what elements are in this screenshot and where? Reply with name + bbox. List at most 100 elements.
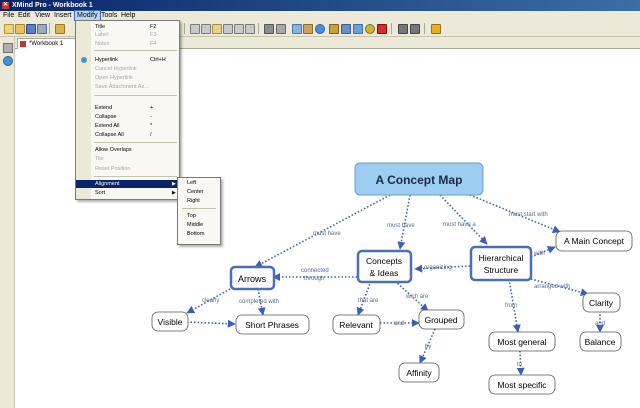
style-icon[interactable] (292, 24, 302, 34)
alignment-left[interactable]: Left (178, 179, 220, 187)
topic-label: Short Phrases (245, 320, 299, 330)
menu-separator (94, 50, 177, 51)
boundary-icon[interactable] (223, 24, 233, 34)
link-label: that are (358, 298, 379, 304)
topic-concepts-ideas[interactable]: Concepts & Ideas (356, 249, 413, 284)
window-title: XMind Pro - Workbook 1 (12, 2, 93, 9)
smiley-icon[interactable] (365, 24, 375, 34)
link-label: must have (313, 231, 341, 237)
topic-most-specific[interactable]: Most specific (488, 374, 556, 395)
folder-icon[interactable] (212, 24, 222, 34)
link-label: wich are (405, 294, 429, 300)
menu-edit[interactable]: Edit (18, 11, 30, 21)
menu-item-label: Center (187, 189, 204, 195)
menu-item-label: Extend All (95, 123, 120, 129)
topic-balance[interactable]: Balance (579, 331, 622, 352)
tab-label: *Workbook 1 (29, 41, 64, 47)
title-bar: ✕ XMind Pro - Workbook 1 (0, 0, 640, 11)
link-label: completed with (239, 299, 279, 305)
alignment-submenu: Left Center Right Top Middle Bottom (177, 177, 221, 245)
menu-separator (182, 208, 216, 209)
menu-item-allow-overlaps[interactable]: Allow Overlaps (76, 146, 179, 154)
topic-relevant[interactable]: Relevant (332, 314, 381, 335)
menu-item-label: Collapse (95, 114, 117, 120)
menu-item-accel: - (150, 114, 152, 120)
home-icon[interactable] (431, 24, 441, 34)
topic-label: Arrows (238, 274, 267, 284)
topic-affinity[interactable]: Affinity (398, 362, 440, 383)
new-icon[interactable] (4, 24, 14, 34)
globe-icon[interactable] (315, 24, 325, 34)
open-icon[interactable] (15, 24, 25, 34)
topic-arrows[interactable]: Arrows (229, 265, 276, 291)
arrow-down-icon[interactable] (398, 24, 408, 34)
alignment-top[interactable]: Top (178, 212, 220, 220)
menu-item-collapse-all[interactable]: Collapse All / (76, 131, 179, 139)
topic-short-phrases[interactable]: Short Phrases (235, 314, 310, 335)
toolbar-separator (184, 23, 185, 34)
toolbar-separator (424, 23, 425, 34)
toolbar-separator (258, 23, 259, 34)
grid-icon[interactable] (341, 24, 351, 34)
menu-item-label: Left (187, 180, 197, 186)
marker-icon[interactable] (329, 24, 339, 34)
menu-insert[interactable]: Insert (54, 11, 72, 21)
link-label: and (595, 321, 605, 327)
image-icon[interactable] (276, 24, 286, 34)
stop-icon[interactable] (377, 24, 387, 34)
menu-item-label-edit: Label F3 (76, 31, 179, 39)
topic-grouped[interactable]: Grouped (418, 309, 465, 330)
topic-label: Relevant (339, 320, 373, 330)
link-label: arranged with (534, 284, 570, 290)
link-label: organizing (424, 265, 452, 271)
topic-label: & Ideas (370, 268, 399, 278)
topic-most-general[interactable]: Most general (488, 331, 556, 352)
menu-separator (94, 95, 177, 96)
note-icon[interactable] (303, 24, 313, 34)
menu-view[interactable]: View (35, 11, 50, 21)
save-icon[interactable] (26, 24, 36, 34)
summary-icon[interactable] (234, 24, 244, 34)
menu-item-extend-all[interactable]: Extend All * (76, 122, 179, 130)
menu-item-extend[interactable]: Extend + (76, 104, 179, 112)
tab-workbook-1[interactable]: *Workbook 1 (17, 38, 81, 49)
link-central-hierarchical (439, 194, 488, 245)
alignment-right[interactable]: Right (178, 197, 220, 205)
topic-label: Concepts (366, 256, 402, 266)
menu-item-reset-position: Reset Position (76, 165, 179, 173)
topic-main-concept[interactable]: A Main Concept (555, 230, 633, 252)
menu-item-accel: F2 (150, 24, 157, 30)
topic-icon[interactable] (55, 24, 65, 34)
comment-icon[interactable] (353, 24, 363, 34)
menu-item-hyperlink[interactable]: Hyperlink Ctrl+H (76, 56, 179, 64)
menu-item-label: Sort (95, 190, 106, 196)
structure-icon[interactable] (201, 24, 211, 34)
menu-item-sort[interactable]: Sort ▶ (76, 189, 179, 197)
topic-clarity[interactable]: Clarity (582, 292, 621, 313)
menu-item-save-attachment: Save Attachment As... (76, 83, 179, 91)
menu-item-label: Cancel Hyperlink (95, 66, 137, 72)
relationship-icon[interactable] (245, 24, 255, 34)
menu-item-collapse[interactable]: Collapse - (76, 113, 179, 121)
attachment-icon[interactable] (264, 24, 274, 34)
menu-item-accel: + (150, 105, 154, 111)
topic-label: Most specific (497, 380, 547, 390)
layout-icon[interactable] (190, 24, 200, 34)
topic-hierarchical-structure[interactable]: Hierarchical Structure (469, 245, 533, 282)
menu-item-title[interactable]: Title F2 (76, 23, 179, 31)
menu-item-accel: F3 (150, 32, 157, 38)
alignment-center[interactable]: Center (178, 188, 220, 196)
print-icon[interactable] (37, 24, 47, 34)
central-topic[interactable]: A Concept Map (354, 162, 484, 196)
menu-item-label: Open Hyperlink (95, 75, 133, 81)
topic-visible[interactable]: Visible (151, 311, 189, 332)
arrow-up-icon[interactable] (410, 24, 420, 34)
alignment-middle[interactable]: Middle (178, 221, 220, 229)
menu-file[interactable]: File (3, 11, 14, 21)
toolbar-separator (391, 23, 392, 34)
outline-icon[interactable] (3, 43, 13, 53)
menu-item-alignment[interactable]: Alignment ▶ (76, 180, 179, 188)
menu-item-label: Save Attachment As... (95, 84, 149, 90)
overview-icon[interactable] (3, 56, 13, 66)
alignment-bottom[interactable]: Bottom (178, 230, 220, 238)
